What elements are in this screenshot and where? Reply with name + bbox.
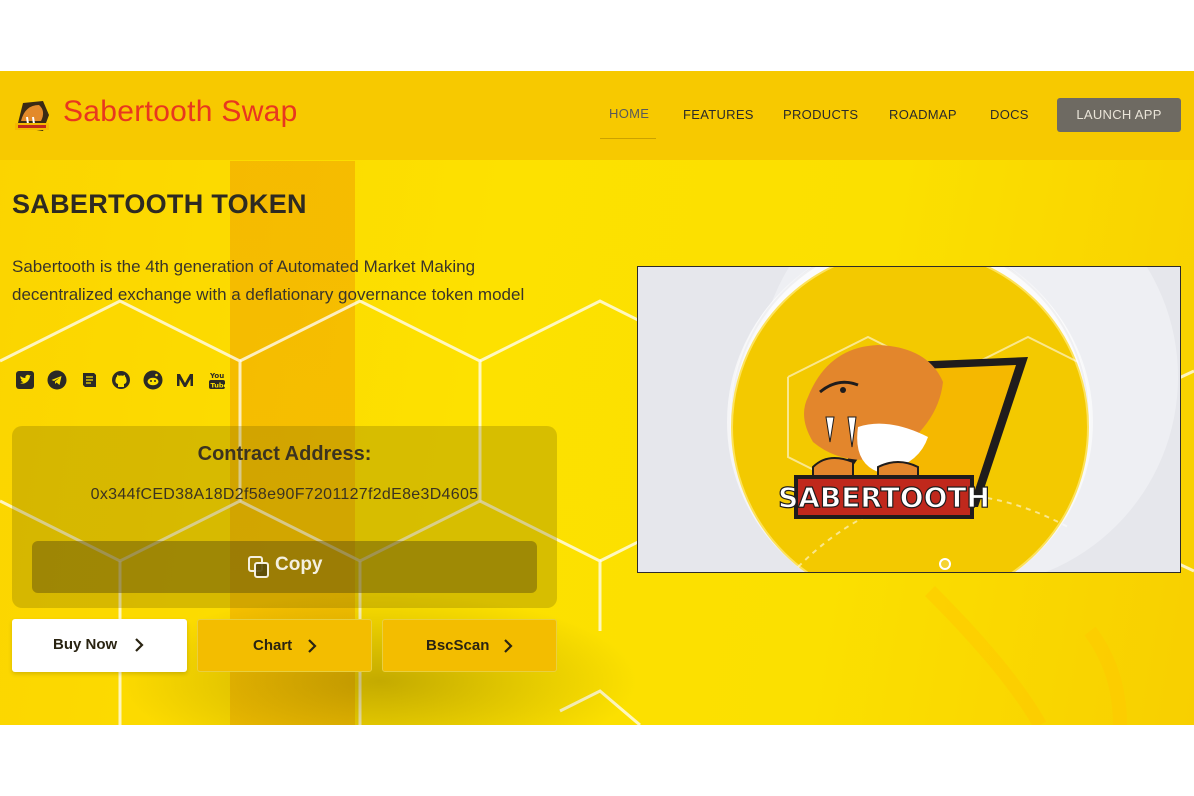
youtube-icon[interactable]: You Tube (206, 369, 228, 391)
docs-icon[interactable] (78, 369, 100, 391)
brand-name[interactable]: Sabertooth Swap (63, 95, 298, 129)
contract-address-value: 0x344fCED38A18D2f58e90F7201127f2dE8e3D46… (90, 486, 479, 503)
github-icon[interactable] (110, 369, 132, 391)
bscscan-label: BscScan (426, 637, 490, 654)
telegram-icon[interactable] (46, 369, 68, 391)
nav-roadmap[interactable]: ROADMAP (889, 107, 957, 127)
nav-features[interactable]: FEATURES (683, 107, 754, 127)
contract-address-title: Contract Address: (197, 443, 372, 465)
chevron-right-icon (308, 639, 317, 653)
copy-button-label: Copy (275, 554, 323, 575)
sabertooth-logo-icon[interactable] (13, 97, 51, 133)
chevron-right-icon (135, 638, 144, 652)
slider-dot[interactable] (939, 558, 951, 570)
contract-address-card: Contract Address: 0x344fCED38A18D2f58e90… (12, 426, 557, 608)
copy-icon (248, 556, 269, 578)
nav-home[interactable]: HOME (609, 106, 649, 126)
chart-button[interactable]: Chart (197, 619, 372, 672)
token-image-slider[interactable]: SABERTOOTH (637, 266, 1181, 573)
bscscan-button[interactable]: BscScan (382, 619, 557, 672)
chart-label: Chart (253, 637, 293, 654)
copy-button[interactable]: Copy (32, 541, 537, 593)
hero-section: Sabertooth Swap HOME FEATURES PRODUCTS R… (0, 71, 1194, 725)
twitter-icon[interactable] (14, 369, 36, 391)
site-header: Sabertooth Swap HOME FEATURES PRODUCTS R… (0, 71, 1194, 160)
nav-docs[interactable]: DOCS (990, 107, 1029, 127)
nav-products[interactable]: PRODUCTS (783, 107, 858, 127)
reddit-icon[interactable] (142, 369, 164, 391)
sabertooth-mascot-image: SABERTOOTH (727, 267, 1178, 572)
page-title: SABERTOOTH TOKEN (12, 189, 307, 219)
mascot-logo-text: SABERTOOTH (778, 481, 990, 514)
medium-icon[interactable] (174, 369, 196, 391)
svg-text:You: You (209, 372, 224, 380)
chevron-right-icon (504, 639, 513, 653)
launch-app-button[interactable]: LAUNCH APP (1057, 98, 1181, 132)
svg-text:Tube: Tube (211, 381, 229, 389)
nav-active-indicator (600, 138, 656, 139)
hero-description: Sabertooth is the 4th generation of Auto… (12, 257, 525, 304)
buy-now-button[interactable]: Buy Now (12, 619, 187, 672)
buy-now-label: Buy Now (53, 636, 118, 653)
